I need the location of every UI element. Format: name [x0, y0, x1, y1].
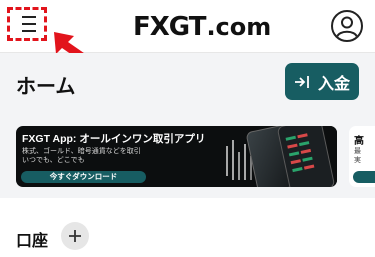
arrow-into-bar-icon	[294, 75, 309, 88]
banner-title: FXGT App: オールインワン取引アプリ	[22, 133, 206, 145]
promo-banner-app[interactable]: FXGT App: オールインワン取引アプリ 株式、ゴールド、暗号通貨などを取引…	[16, 126, 337, 187]
phone-app-image-icon	[212, 126, 337, 187]
deposit-label: 入金	[317, 75, 350, 93]
banner2-subtitle: 最 実	[354, 147, 361, 165]
promo-banner-secondary[interactable]: 高 最 実	[349, 126, 375, 187]
logo-suffix-text: .com	[206, 13, 272, 41]
logo-main-text: FXGT	[133, 12, 206, 42]
banner2-subtitle-line2: 実	[354, 157, 361, 164]
hamburger-menu-icon	[22, 16, 36, 18]
plus-icon	[69, 230, 81, 242]
banner-subtitle: 株式、ゴールド、暗号通貨などを取引 いつでも、どこでも	[22, 147, 141, 165]
banner-subtitle-line1: 株式、ゴールド、暗号通貨などを取引	[22, 148, 141, 155]
page-title: ホーム	[16, 76, 76, 98]
download-now-button[interactable]: 今すぐダウンロード	[21, 171, 146, 183]
deposit-button[interactable]: 入金	[285, 63, 359, 100]
banner-subtitle-line2: いつでも、どこでも	[22, 157, 85, 164]
banner2-title: 高	[354, 136, 364, 147]
brand-logo[interactable]: FXGT .com	[133, 12, 272, 42]
user-avatar-icon	[336, 16, 358, 38]
menu-button[interactable]	[7, 7, 47, 41]
banner2-cta-button[interactable]	[353, 171, 375, 183]
user-profile-button[interactable]	[331, 10, 363, 42]
accounts-section-title: 口座	[16, 233, 49, 250]
banner2-subtitle-line1: 最	[354, 148, 361, 155]
hamburger-menu-icon-bar	[22, 23, 36, 25]
hamburger-menu-icon-bar	[22, 30, 36, 32]
add-account-button[interactable]	[61, 222, 89, 250]
